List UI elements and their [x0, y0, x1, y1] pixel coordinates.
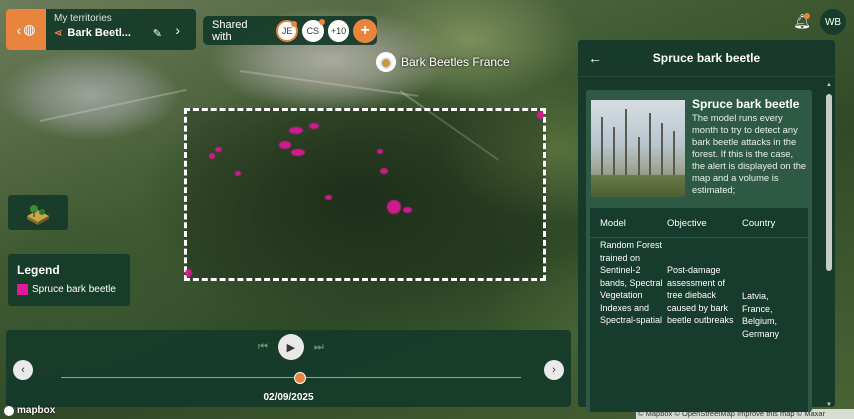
avatar-initials: CS — [306, 25, 320, 36]
alert-hotspot — [291, 149, 305, 156]
timeline-prev-button[interactable]: ‹ — [13, 360, 33, 380]
alert-hotspot — [235, 171, 241, 176]
notifications-button[interactable]: 🔔︎ — [791, 10, 813, 32]
alert-hotspot — [537, 111, 544, 119]
forest-photo — [591, 100, 685, 197]
skip-forward-icon[interactable]: ⏭ — [314, 341, 324, 354]
alert-hotspot — [289, 127, 303, 134]
cell-objective: Post-damage assessment of tree dieback c… — [667, 265, 734, 325]
alert-hotspot — [185, 269, 192, 277]
mapbox-icon — [4, 405, 14, 416]
alert-hotspot — [279, 141, 291, 149]
model-card: Spruce bark beetle The model runs every … — [586, 90, 812, 412]
back-button[interactable]: ‹ ◍ — [6, 9, 46, 50]
playback-controls: ⏮ ▶ ⏭ — [258, 334, 324, 360]
layer-name-text: Bark Beetles France — [401, 55, 510, 69]
alert-hotspot — [325, 195, 332, 200]
alert-hotspot — [209, 153, 215, 159]
play-button[interactable]: ▶ — [277, 334, 304, 360]
alert-hotspot — [387, 200, 401, 214]
side-panel-title: Spruce bark beetle — [652, 51, 761, 65]
cell-country: Latvia, France, Belgium, Germany — [742, 291, 780, 339]
column-header-objective: Objective — [667, 218, 707, 229]
legend-item: Spruce bark beetle — [17, 284, 121, 295]
card-title: Spruce bark beetle — [692, 97, 800, 111]
chevron-right-icon: › — [552, 364, 556, 376]
notification-dot — [290, 20, 297, 27]
mapbox-logo-text: mapbox — [17, 405, 56, 416]
table-row: Random Forest trained on Sentinel-2 band… — [590, 238, 808, 340]
globe-icon: ◍ — [23, 21, 36, 37]
plus-icon: + — [360, 21, 370, 39]
legend-panel: Legend Spruce bark beetle — [8, 254, 130, 306]
user-initials: WB — [824, 16, 842, 28]
alert-hotspot — [377, 149, 383, 154]
alert-hotspot — [309, 123, 319, 129]
basemap-toggle-button[interactable] — [8, 195, 68, 230]
layers-icon: ◆ — [376, 52, 396, 72]
column-header-country: Country — [742, 218, 776, 229]
play-icon: ▶ — [286, 341, 296, 354]
table-header: Model Objective Country — [590, 208, 808, 238]
map-road — [39, 88, 187, 122]
notification-dot — [318, 18, 325, 25]
legend-swatch — [17, 284, 28, 295]
shared-with-label: Shared with — [212, 18, 248, 43]
add-user-button[interactable]: + — [353, 18, 378, 43]
area-of-interest-outline — [184, 108, 546, 281]
scrollbar[interactable]: ▲ ▼ — [825, 80, 833, 410]
legend-title: Legend — [17, 263, 60, 277]
card-description: The model runs every month to try to det… — [692, 112, 807, 195]
terrain-3d-icon — [27, 204, 49, 225]
territories-label: My territories — [54, 13, 112, 24]
shared-with-bar: Shared with JE CS +10 + — [203, 16, 378, 45]
model-table: Model Objective Country Random Forest tr… — [590, 208, 808, 412]
territory-selector: ‹ ◍ My territories ⋖ Bark Beetl... ✎ › — [6, 9, 196, 50]
timeline-track[interactable] — [61, 377, 521, 378]
column-header-model: Model — [600, 218, 626, 229]
timeline-slider-thumb[interactable] — [294, 372, 307, 384]
territory-name[interactable]: ⋖ Bark Beetl... — [54, 27, 188, 39]
timeline-next-button[interactable]: › — [544, 360, 564, 380]
share-icon: ⋖ — [54, 27, 63, 39]
side-panel-header: ← Spruce bark beetle — [578, 40, 835, 77]
map-road — [239, 70, 419, 98]
avatar-initials: +10 — [330, 25, 347, 36]
scrollbar-thumb[interactable] — [826, 94, 832, 271]
cell-model: Random Forest trained on Sentinel-2 band… — [600, 240, 663, 325]
alert-hotspot — [215, 147, 222, 152]
chevron-right-icon[interactable]: › — [175, 22, 180, 38]
user-avatar-cs[interactable]: CS — [301, 18, 325, 42]
alert-hotspot — [403, 207, 412, 213]
scroll-up-icon[interactable]: ▲ — [825, 82, 833, 88]
notification-dot — [804, 13, 810, 19]
layer-name-label: ◆ Bark Beetles France — [376, 52, 510, 72]
legend-item-label: Spruce bark beetle — [32, 284, 116, 295]
user-avatar-je[interactable]: JE — [276, 19, 298, 42]
territory-name-label: Bark Beetl... — [67, 27, 131, 39]
detail-side-panel: ← Spruce bark beetle ▲ ▼ Spruce bark bee… — [578, 40, 835, 412]
alert-hotspot — [380, 168, 388, 174]
back-arrow-icon[interactable]: ← — [588, 50, 602, 66]
scroll-down-icon[interactable]: ▼ — [825, 402, 833, 408]
avatar-initials: JE — [281, 25, 293, 36]
chevron-left-icon: ‹ — [21, 364, 25, 376]
timeline-panel: ⏮ ▶ ⏭ ‹ › 02/09/2025 — [6, 330, 571, 407]
timeline-date: 02/09/2025 — [263, 392, 314, 403]
chevron-left-icon: ‹ — [16, 21, 22, 38]
user-menu-button[interactable]: WB — [820, 9, 846, 35]
more-users-avatar[interactable]: +10 — [327, 19, 350, 42]
mapbox-logo[interactable]: mapbox — [4, 405, 55, 416]
edit-pencil-icon[interactable]: ✎ — [153, 27, 162, 40]
skip-back-icon[interactable]: ⏮ — [258, 341, 268, 354]
